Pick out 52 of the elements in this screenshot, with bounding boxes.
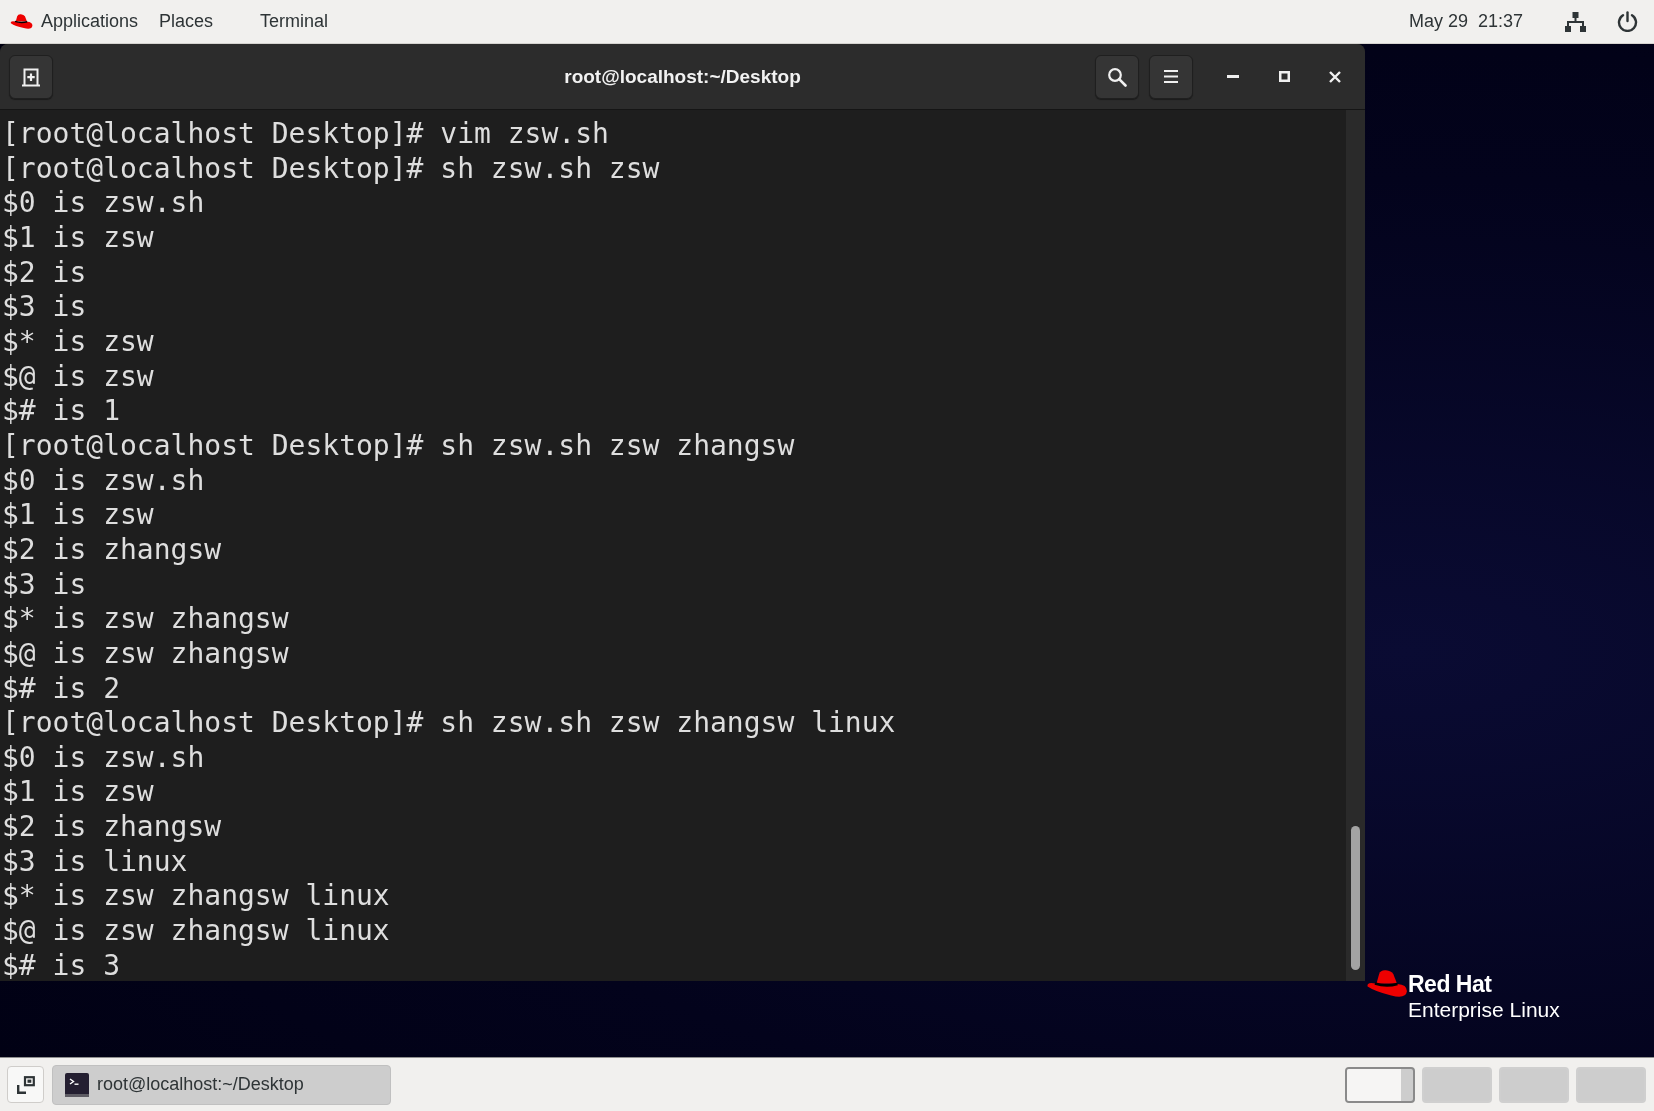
terminal-line: [root@localhost Desktop]# sh zsw.sh zsw	[2, 151, 661, 187]
terminal-line: $2 is	[2, 255, 88, 291]
workspace-button[interactable]	[1345, 1066, 1415, 1103]
terminal-line: $* is zsw zhangsw linux	[2, 879, 391, 915]
menu-button[interactable]	[1149, 54, 1193, 99]
terminal-line: $0 is zsw.sh	[2, 186, 206, 221]
taskbar-window-button[interactable]: root@localhost:~/Desktop	[52, 1064, 391, 1105]
maximize-icon	[1278, 71, 1290, 82]
scrollbar-track[interactable]	[1346, 110, 1365, 981]
app-menu[interactable]: Terminal	[260, 11, 329, 32]
show-desktop-icon	[16, 1075, 35, 1094]
logo-brand-text: Red Hat	[1408, 971, 1493, 997]
terminal-line: $0 is zsw.sh	[2, 740, 206, 776]
scrollbar-thumb[interactable]	[1351, 826, 1360, 970]
network-icon[interactable]	[1565, 11, 1586, 32]
window-thumbnail	[1347, 1068, 1402, 1101]
terminal-line: $0 is zsw.sh	[2, 463, 206, 499]
search-button[interactable]	[1095, 54, 1139, 99]
terminal-line: $* is zsw zhangsw	[2, 602, 290, 637]
terminal-line: $@ is zsw zhangsw	[2, 636, 290, 672]
terminal-line: [root@localhost Desktop]# sh zsw.sh zsw zhangsw linux	[2, 706, 897, 741]
terminal-line: $1 is zsw	[2, 220, 155, 256]
menu-icon	[1163, 69, 1179, 84]
hat-icon	[10, 12, 33, 31]
terminal-line: $# is 3	[2, 948, 121, 981]
menu-item[interactable]: Applications	[41, 11, 139, 32]
terminal-line: $3 is	[2, 290, 88, 325]
terminal-line: $# is 1	[2, 394, 121, 429]
terminal-line: $2 is zhangsw	[2, 532, 223, 568]
power-icon[interactable]	[1617, 11, 1638, 32]
terminal-icon	[65, 1072, 89, 1097]
terminal-line: $# is 2	[2, 671, 121, 707]
terminal-line: $2 is zhangsw	[2, 810, 223, 845]
terminal-line: $@ is zsw zhangsw linux	[2, 914, 391, 949]
logo-product-text: Enterprise Linux	[1408, 997, 1560, 1023]
show-desktop-button[interactable]	[7, 1066, 44, 1103]
terminal-line: $3 is	[2, 567, 88, 603]
window-title: root@localhost:~/Desktop	[564, 65, 801, 88]
close-icon	[1329, 70, 1341, 83]
terminal-line: $* is zsw	[2, 324, 155, 360]
terminal-line: $1 is zsw	[2, 775, 155, 811]
terminal-line: [root@localhost Desktop]# vim zsw.sh	[2, 117, 610, 152]
minimize-icon	[1227, 75, 1239, 78]
terminal-line: $3 is linux	[2, 844, 189, 880]
new-tab-button[interactable]	[9, 54, 53, 99]
terminal-line: $@ is zsw	[2, 359, 155, 395]
terminal-line: [root@localhost Desktop]# sh zsw.sh zsw zhangsw	[2, 428, 796, 464]
clock[interactable]: May 29 21:37	[1408, 11, 1523, 32]
terminal-line: $1 is zsw	[2, 498, 155, 533]
menu-item[interactable]: Places	[159, 11, 214, 32]
search-icon	[1107, 66, 1127, 87]
new-tab-icon	[21, 66, 41, 87]
